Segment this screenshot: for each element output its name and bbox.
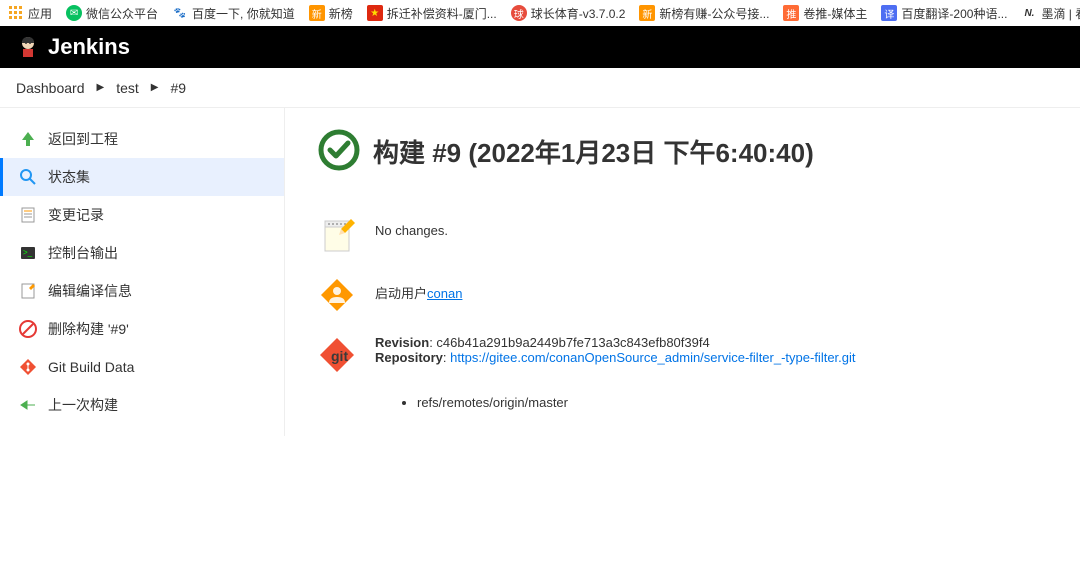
- bookmark-chaiqian[interactable]: ★ 拆迁补偿资料-厦门...: [367, 5, 497, 22]
- sidebar-git-build-data[interactable]: Git Build Data: [0, 348, 284, 386]
- repository-link[interactable]: https://gitee.com/conanOpenSource_admin/…: [450, 350, 855, 365]
- delete-icon: [18, 319, 38, 339]
- changes-row: No changes.: [317, 215, 1048, 255]
- sidebar-item-label: 变更记录: [48, 205, 104, 225]
- arrow-up-icon: [18, 129, 38, 149]
- notepad-icon: [317, 215, 357, 255]
- sidebar-delete-build[interactable]: 删除构建 '#9': [0, 310, 284, 348]
- bookmark-modi[interactable]: N. 墨滴 | 看颜值的文...: [1021, 5, 1080, 22]
- svg-text:>_: >_: [23, 248, 33, 257]
- svg-text:git: git: [331, 348, 348, 364]
- baidu-icon: 🐾: [172, 5, 188, 21]
- breadcrumb-dashboard[interactable]: Dashboard: [16, 80, 85, 96]
- main-layout: 返回到工程 状态集 变更记录 >_ 控制台输出 编辑编译信息: [0, 108, 1080, 436]
- sidebar-previous-build[interactable]: 上一次构建: [0, 386, 284, 424]
- git-ref-item: refs/remotes/origin/master: [417, 395, 1048, 410]
- bookmark-label: 新榜有赚-公众号接...: [659, 5, 769, 22]
- jenkins-logo[interactable]: Jenkins: [16, 34, 130, 60]
- sidebar-status[interactable]: 状态集: [0, 158, 284, 196]
- document-icon: [18, 205, 38, 225]
- bookmark-label: 拆迁补偿资料-厦门...: [387, 5, 497, 22]
- arrow-left-icon: [18, 395, 38, 415]
- git-logo-icon: git: [317, 335, 357, 375]
- sidebar: 返回到工程 状态集 变更记录 >_ 控制台输出 编辑编译信息: [0, 108, 285, 436]
- user-cause-icon: [317, 275, 357, 315]
- bookmark-qiuzhang[interactable]: 球 球长体育-v3.7.0.2: [511, 5, 626, 22]
- sidebar-edit-build[interactable]: 编辑编译信息: [0, 272, 284, 310]
- bookmark-label: 球长体育-v3.7.0.2: [531, 5, 626, 22]
- breadcrumb-build[interactable]: #9: [170, 80, 186, 96]
- bookmark-xinbang[interactable]: 新 新榜: [309, 5, 353, 22]
- modi-icon: N.: [1021, 5, 1037, 21]
- bookmark-wechat[interactable]: ✉ 微信公众平台: [66, 5, 158, 22]
- gov-icon: ★: [367, 5, 383, 21]
- terminal-icon: >_: [18, 243, 38, 263]
- sidebar-console[interactable]: >_ 控制台输出: [0, 234, 284, 272]
- sport-icon: 球: [511, 5, 527, 21]
- git-refs-list: refs/remotes/origin/master: [397, 395, 1048, 410]
- started-by-label: 启动用户: [375, 286, 427, 301]
- jenkins-logo-icon: [16, 35, 40, 59]
- bookmark-label: 墨滴 | 看颜值的文...: [1041, 5, 1080, 22]
- sidebar-item-label: 返回到工程: [48, 129, 118, 149]
- apps-icon: [8, 5, 24, 21]
- sidebar-changes[interactable]: 变更记录: [0, 196, 284, 234]
- bookmark-label: 百度翻译-200种语...: [901, 5, 1007, 22]
- started-by-row: 启动用户conan: [317, 275, 1048, 315]
- bookmark-label: 卷推-媒体主: [803, 5, 867, 22]
- breadcrumb-test[interactable]: test: [116, 80, 139, 96]
- git-icon: [18, 357, 38, 377]
- edit-icon: [18, 281, 38, 301]
- chevron-right-icon: ▶: [97, 82, 105, 93]
- bookmarks-bar: 应用 ✉ 微信公众平台 🐾 百度一下, 你就知道 新 新榜 ★ 拆迁补偿资料-厦…: [0, 0, 1080, 26]
- build-title: 构建 #9 (2022年1月23日 下午6:40:40): [317, 128, 1048, 175]
- bookmark-fanyi[interactable]: 译 百度翻译-200种语...: [881, 5, 1007, 22]
- bookmark-juantui[interactable]: 推 卷推-媒体主: [783, 5, 867, 22]
- bookmark-label: 微信公众平台: [86, 5, 158, 22]
- revision-label: Revision: [375, 335, 429, 350]
- bookmarks-apps[interactable]: 应用: [8, 5, 52, 22]
- sidebar-item-label: Git Build Data: [48, 359, 134, 375]
- jenkins-header: Jenkins: [0, 26, 1080, 68]
- changes-text: No changes.: [375, 215, 448, 238]
- jenkins-title: Jenkins: [48, 34, 130, 60]
- content: 构建 #9 (2022年1月23日 下午6:40:40) No changes.…: [285, 108, 1080, 436]
- sidebar-item-label: 控制台输出: [48, 243, 118, 263]
- media-icon: 推: [783, 5, 799, 21]
- sidebar-item-label: 状态集: [48, 167, 90, 187]
- chevron-right-icon: ▶: [151, 82, 159, 93]
- bookmark-label: 应用: [28, 5, 52, 22]
- repository-label: Repository: [375, 350, 443, 365]
- build-title-text: 构建 #9 (2022年1月23日 下午6:40:40): [373, 133, 814, 170]
- breadcrumbs: Dashboard ▶ test ▶ #9: [0, 68, 1080, 108]
- revision-value: c46b41a291b9a2449b7fe713a3c843efb80f39f4: [436, 335, 709, 350]
- xinbang-icon: 新: [639, 5, 655, 21]
- search-icon: [18, 167, 38, 187]
- wechat-icon: ✉: [66, 5, 82, 21]
- bookmark-xinbang2[interactable]: 新 新榜有赚-公众号接...: [639, 5, 769, 22]
- bookmark-baidu[interactable]: 🐾 百度一下, 你就知道: [172, 5, 295, 22]
- sidebar-item-label: 编辑编译信息: [48, 281, 132, 301]
- translate-icon: 译: [881, 5, 897, 21]
- bookmark-label: 百度一下, 你就知道: [192, 5, 295, 22]
- sidebar-item-label: 上一次构建: [48, 395, 118, 415]
- sidebar-back-to-project[interactable]: 返回到工程: [0, 120, 284, 158]
- started-by-user-link[interactable]: conan: [427, 286, 462, 301]
- xinbang-icon: 新: [309, 5, 325, 21]
- sidebar-item-label: 删除构建 '#9': [48, 319, 129, 339]
- success-icon: [317, 128, 361, 175]
- bookmark-label: 新榜: [329, 5, 353, 22]
- git-row: git Revision: c46b41a291b9a2449b7fe713a3…: [317, 335, 1048, 375]
